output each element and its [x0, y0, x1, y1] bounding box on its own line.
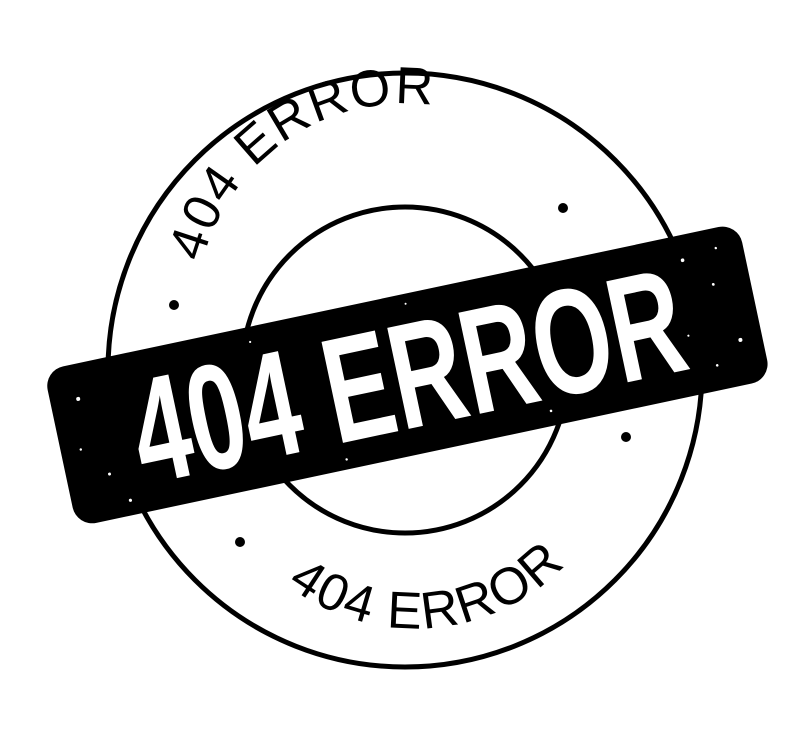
banner: 404 ERROR: [47, 226, 768, 524]
stamp-canvas: 404 ERROR 404 ERROR 404 ERROR: [0, 0, 800, 745]
separator-dot: [621, 432, 631, 442]
rubber-stamp: 404 ERROR 404 ERROR 404 ERROR: [47, 57, 768, 670]
top-arc-text-path: 404 ERROR: [158, 57, 434, 267]
separator-dot: [235, 537, 245, 547]
separator-dot: [558, 203, 568, 213]
separator-dot: [169, 300, 179, 310]
top-arc-text: 404 ERROR: [158, 57, 436, 267]
bottom-arc-text: 404 ERROR: [280, 529, 575, 641]
bottom-arc-text-path: 404 ERROR: [280, 529, 573, 641]
banner-text: 404 ERROR: [116, 236, 699, 517]
